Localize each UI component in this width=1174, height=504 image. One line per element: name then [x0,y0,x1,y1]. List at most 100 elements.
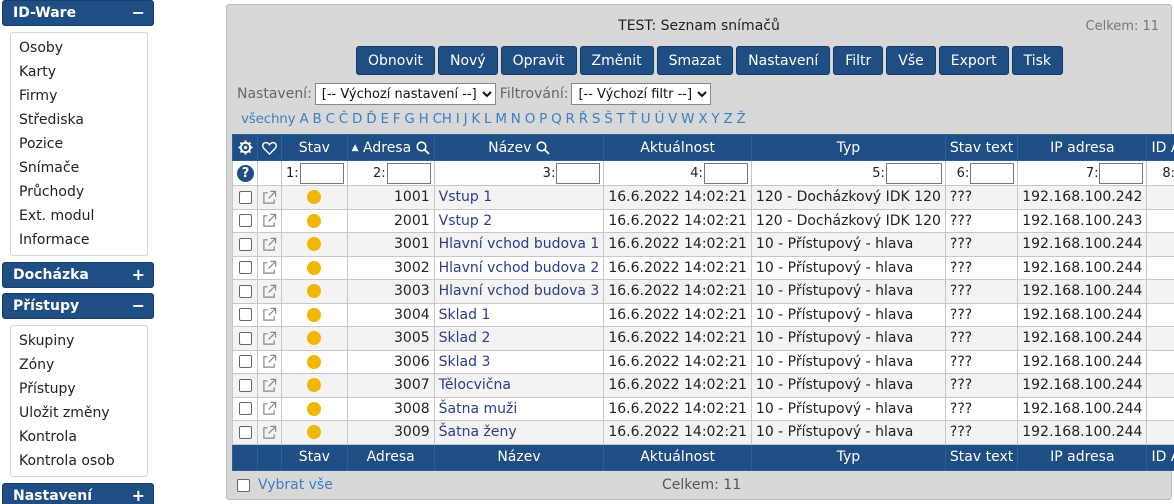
table-row[interactable]: 3001 Hlavní vchod budova 1 16.6.2022 14:02… [232,232,1174,257]
toolbar-button-4[interactable]: Smazat [656,46,734,75]
table-row[interactable]: 3004 Sklad 1 16.6.2022 14:02:21 10 - Přístu… [232,302,1174,327]
sidebar-item-zóny[interactable]: Zóny [19,353,147,377]
footer-column-aktualnost[interactable]: Aktuálnost [603,443,752,471]
filter-input-nazev[interactable] [556,162,601,184]
table-row[interactable]: 2001 Vstup 2 16.6.2022 14:02:21 120 - Dochá… [232,208,1174,233]
external-edit-icon[interactable] [262,331,277,346]
external-edit-icon[interactable] [262,378,277,393]
toolbar-button-6[interactable]: Filtr [833,46,884,75]
column-header-typ[interactable]: Typ [750,134,946,161]
alphabet-all-link[interactable]: všechny [241,111,296,127]
toolbar-button-2[interactable]: Opravit [500,46,577,75]
filter-select[interactable]: [-- Výchozí filtr --] [571,83,712,105]
alphabet-letter-link[interactable]: CH [433,111,452,127]
column-header-adresa[interactable]: ▲ Adresa [346,134,435,161]
row-checkbox[interactable] [238,261,252,275]
alphabet-letter-link[interactable]: M [495,111,507,127]
help-icon[interactable]: ? [237,164,254,182]
external-edit-icon[interactable] [262,425,277,440]
cell-nazev-link[interactable]: Sklad 3 [433,349,605,374]
row-checkbox[interactable] [238,331,252,345]
cell-nazev-link[interactable]: Hlavní vchod budova 3 [433,279,605,304]
toolbar-button-8[interactable]: Export [938,46,1009,75]
alphabet-letter-link[interactable]: G [404,111,414,127]
alphabet-letter-link[interactable]: J [464,111,468,127]
sidebar-section-idware[interactable]: ID-Ware − [2,0,154,26]
toolbar-button-0[interactable]: Obnovit [356,46,436,75]
column-header-stav[interactable]: Stav [281,134,348,161]
alphabet-letter-link[interactable]: V [668,111,677,127]
external-edit-icon[interactable] [262,260,277,275]
search-icon[interactable] [536,140,550,155]
external-edit-icon[interactable] [262,401,277,416]
table-row[interactable]: 3005 Sklad 2 16.6.2022 14:02:21 10 - Přístu… [232,326,1174,351]
sidebar-item-firmy[interactable]: Firmy [19,84,147,108]
cell-nazev-link[interactable]: Šatna muži [433,396,605,421]
alphabet-letter-link[interactable]: L [484,111,492,127]
row-checkbox[interactable] [238,308,252,322]
cell-nazev-link[interactable]: Vstup 2 [433,208,605,233]
column-header-stav-text[interactable]: Stav text [944,134,1019,161]
alphabet-letter-link[interactable]: H [419,111,429,127]
settings-select[interactable]: [-- Výchozí nastavení --] [314,83,496,105]
alphabet-letter-link[interactable]: D [352,111,362,127]
external-edit-icon[interactable] [262,237,277,252]
alphabet-letter-link[interactable]: Ú [654,111,664,127]
row-checkbox[interactable] [238,237,252,251]
sidebar-item-uložit-změny[interactable]: Uložit změny [19,401,147,425]
sidebar-item-informace[interactable]: Informace [19,228,147,252]
alphabet-letter-link[interactable]: Ď [366,111,376,127]
alphabet-letter-link[interactable]: W [681,111,694,127]
alphabet-letter-link[interactable]: R [566,111,575,127]
filter-input-aktualnost[interactable] [703,162,748,184]
filter-input-ip-adresa[interactable] [1099,162,1144,184]
sidebar-item-snímače[interactable]: Snímače [19,156,147,180]
table-row[interactable]: 3006 Sklad 3 16.6.2022 14:02:21 10 - Přístu… [232,349,1174,374]
favorite-column-header[interactable] [257,134,282,161]
table-row[interactable]: 3008 Šatna muži 16.6.2022 14:02:21 10 - Pří… [232,396,1174,421]
alphabet-letter-link[interactable]: X [698,111,707,127]
footer-column-stav-text[interactable]: Stav text [944,443,1019,471]
toolbar-button-7[interactable]: Vše [886,46,936,75]
alphabet-letter-link[interactable]: Y [711,111,719,127]
alphabet-letter-link[interactable]: B [313,111,322,127]
filter-input-typ[interactable] [885,162,942,184]
sidebar-item-skupiny[interactable]: Skupiny [19,329,147,353]
alphabet-letter-link[interactable]: Ž [737,111,746,127]
table-row[interactable]: 3007 Tělocvična 16.6.2022 14:02:21 10 - Pří… [232,373,1174,398]
cell-nazev-link[interactable]: Šatna ženy [433,420,605,445]
alphabet-letter-link[interactable]: F [393,111,401,127]
toolbar-button-1[interactable]: Nový [438,46,498,75]
footer-column-stav[interactable]: Stav [281,443,348,471]
sidebar-item-přístupy[interactable]: Přístupy [19,377,147,401]
row-checkbox[interactable] [238,378,252,392]
sidebar-item-pozice[interactable]: Pozice [19,132,147,156]
table-row[interactable]: 3009 Šatna ženy 16.6.2022 14:02:21 10 - Pří… [232,420,1174,445]
sidebar-item-kontrola-osob[interactable]: Kontrola osob [19,449,147,473]
alphabet-letter-link[interactable]: N [511,111,521,127]
row-checkbox[interactable] [238,425,252,439]
alphabet-letter-link[interactable]: Č [339,111,348,127]
alphabet-letter-link[interactable]: O [525,111,536,127]
collapse-toggle-icon[interactable]: − [132,5,145,21]
footer-column-typ[interactable]: Typ [750,443,946,471]
select-all-link[interactable]: Vybrat vše [258,477,333,493]
filter-input-stav-text[interactable] [970,162,1015,184]
footer-column-nazev[interactable]: Název [433,443,605,471]
external-edit-icon[interactable] [262,213,277,228]
sidebar-item-střediska[interactable]: Střediska [19,108,147,132]
alphabet-letter-link[interactable]: T [617,111,625,127]
sidebar-item-ext-modul[interactable]: Ext. modul [19,204,147,228]
alphabet-letter-link[interactable]: Ř [579,111,588,127]
cell-nazev-link[interactable]: Hlavní vchod budova 1 [433,232,605,257]
external-edit-icon[interactable] [262,284,277,299]
toolbar-button-9[interactable]: Tisk [1011,46,1064,75]
settings-column-header[interactable] [232,134,258,161]
alphabet-letter-link[interactable]: Q [551,111,562,127]
external-edit-icon[interactable] [262,354,277,369]
expand-toggle-icon[interactable]: + [132,267,145,283]
sidebar-item-osoby[interactable]: Osoby [19,36,147,60]
cell-nazev-link[interactable]: Sklad 1 [433,302,605,327]
footer-column-adresa[interactable]: Adresa [346,443,435,471]
table-row[interactable]: 3003 Hlavní vchod budova 3 16.6.2022 14:02… [232,279,1174,304]
